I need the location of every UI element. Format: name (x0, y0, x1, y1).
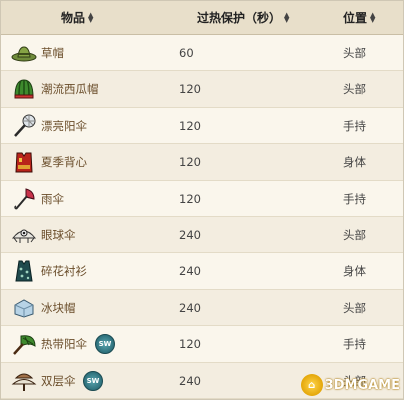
table-row: 雨伞 120 手持 (1, 180, 403, 217)
item-name-link[interactable]: 夏季背心 (41, 144, 87, 180)
protection-value: 240 (179, 264, 201, 279)
shipwrecked-badge-icon: SW (83, 370, 103, 391)
straw-hat-icon (11, 35, 37, 71)
eyebrella-icon (11, 217, 37, 253)
shipwrecked-badge-icon: SW (95, 334, 115, 355)
protection-value: 120 (179, 191, 201, 206)
protection-value: 120 (179, 118, 201, 133)
sort-icon[interactable]: ▲ ▼ (370, 12, 375, 24)
floral-shirt-icon (11, 253, 37, 289)
position-value: 身体 (343, 155, 366, 170)
item-name-link[interactable]: 双层伞 (41, 363, 76, 399)
column-header-position-label: 位置 (343, 11, 368, 25)
position-value: 手持 (343, 191, 366, 206)
item-name-link[interactable]: 草帽 (41, 35, 64, 71)
position-value: 手持 (343, 118, 366, 133)
position-value: 身体 (343, 264, 366, 279)
item-name-link[interactable]: 眼球伞 (41, 217, 76, 253)
ice-cube-hat-icon (11, 290, 37, 326)
table-row: 漂亮阳伞 120 手持 (1, 107, 403, 145)
item-name-link[interactable]: 漂亮阳伞 (41, 108, 87, 144)
column-header-protection-label: 过热保护（秒） (197, 11, 282, 25)
position-value: 头部 (343, 227, 366, 242)
table-body: 草帽 60 头部 潮流西瓜帽 120 头部 漂亮阳伞 120 手持 夏季背心 120 身体 雨伞 120 手… (1, 35, 403, 399)
pretty-parasol-icon (11, 108, 37, 144)
column-header-item[interactable]: 物品 ▲ ▼ (61, 1, 93, 35)
tropical-parasol-icon (11, 326, 37, 362)
table-header: 物品 ▲ ▼ 过热保护（秒） ▲ ▼ 位置 ▲ ▼ (1, 1, 403, 35)
column-header-item-label: 物品 (61, 11, 86, 25)
double-umbrellahat-icon (11, 363, 37, 399)
protection-value: 240 (179, 373, 201, 388)
table-row: 热带阳伞 SW 120 手持 (1, 326, 403, 363)
sort-icon[interactable]: ▲ ▼ (88, 12, 93, 24)
table-row: 眼球伞 240 头部 (1, 216, 403, 254)
column-header-position[interactable]: 位置 ▲ ▼ (343, 1, 375, 35)
protection-value: 240 (179, 227, 201, 242)
watermark-logo-icon: ⌂ (300, 374, 323, 396)
item-name-link[interactable]: 热带阳伞 (41, 326, 87, 362)
item-name-link[interactable]: 雨伞 (41, 181, 64, 217)
umbrella-icon (11, 181, 37, 217)
item-name-link[interactable]: 冰块帽 (41, 290, 76, 326)
item-name-link[interactable]: 碎花衬衫 (41, 253, 87, 289)
position-value: 头部 (343, 300, 366, 315)
watermark-brand: 3DMGAME (324, 377, 400, 393)
table-row: 潮流西瓜帽 120 头部 (1, 71, 403, 108)
sort-icon[interactable]: ▲ ▼ (284, 12, 289, 24)
column-header-protection[interactable]: 过热保护（秒） ▲ ▼ (197, 1, 289, 35)
summer-vest-icon (11, 144, 37, 180)
protection-value: 120 (179, 337, 201, 352)
table-row: 草帽 60 头部 (1, 35, 403, 72)
table-row: 夏季背心 120 身体 (1, 144, 403, 181)
watermark: ⌂ 3DMGAME (300, 374, 400, 396)
item-name-link[interactable]: 潮流西瓜帽 (41, 71, 99, 107)
protection-value: 60 (179, 46, 194, 60)
protection-value: 240 (179, 300, 201, 315)
protection-value: 120 (179, 82, 201, 97)
watermelon-hat-icon (11, 71, 37, 107)
item-table: 物品 ▲ ▼ 过热保护（秒） ▲ ▼ 位置 ▲ ▼ 草帽 60 头部 潮流西瓜帽 120 头部漂… (0, 0, 404, 400)
position-value: 手持 (343, 337, 366, 352)
position-value: 头部 (343, 46, 366, 60)
protection-value: 120 (179, 155, 201, 170)
table-row: 碎花衬衫 240 身体 (1, 253, 403, 290)
table-row: 冰块帽 240 头部 (1, 289, 403, 327)
position-value: 头部 (343, 82, 366, 97)
